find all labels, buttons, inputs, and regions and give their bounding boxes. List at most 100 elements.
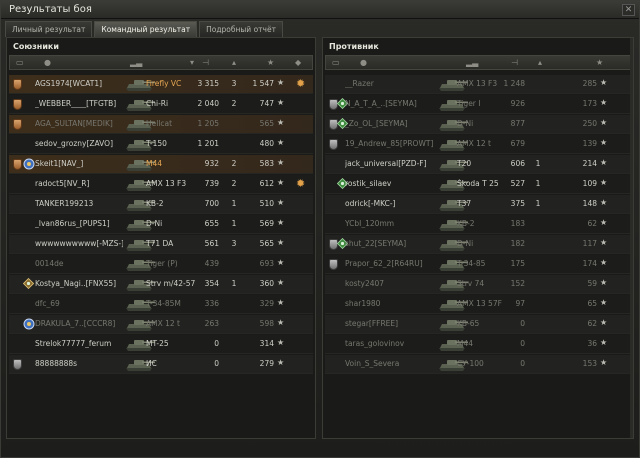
player-name[interactable]: radoct5[NV_R] (35, 179, 123, 188)
player-name[interactable]: sedov_grozny[ZAVO] (35, 139, 123, 148)
player-name[interactable]: _Ivan86rus_[PUPS1] (35, 219, 123, 228)
player-name[interactable]: jack_universal[PZD-F] (345, 159, 445, 168)
damage-value: 354 (204, 279, 219, 288)
table-row[interactable]: _Ivan86rus_[PUPS1] D-Ni 655 1 569 ★ (9, 215, 313, 234)
table-row[interactable]: Prapor_62_2[R64RU] T-34-85 175 174 ★ (325, 255, 631, 274)
player-name[interactable]: 0014de (35, 259, 123, 268)
player-name[interactable]: Voin_S_Severa (345, 359, 445, 368)
table-row[interactable]: shut_22[SEYMA] D-Ni 182 117 ★ (325, 235, 631, 254)
damage-header-icon[interactable]: ⊣ (511, 58, 518, 67)
allies-header: ▭ ● ▂▃ ▾ ⊣ ▴ ★ ◆ (9, 55, 313, 70)
xp-value: 693 (259, 259, 274, 268)
xp-star-icon: ★ (600, 178, 608, 187)
player-name[interactable]: Skeit1[NAV_] (35, 159, 123, 168)
xp-value: 598 (259, 319, 274, 328)
player-name[interactable]: 19_Andrew_85[PROWT] (345, 139, 445, 148)
player-name[interactable]: dfc_69 (35, 299, 123, 308)
table-row[interactable]: taras_golovinov M44 0 36 ★ (325, 335, 631, 354)
player-name[interactable]: stegar[FFREE] (345, 319, 445, 328)
table-row[interactable]: Skeit1[NAV_] M44 932 2 583 ★ (9, 155, 313, 174)
xp-star-icon: ★ (277, 198, 285, 207)
tab-team[interactable]: Командный результат (94, 21, 198, 37)
tank-header-icon[interactable]: ▂▃ (130, 58, 142, 67)
player-name[interactable]: __Razer (345, 79, 445, 88)
table-row[interactable]: Kostya_Nagi..[FNX55] Strv m/42-57 354 1 360 ★ (9, 275, 313, 294)
player-name[interactable]: 88888888s (35, 359, 123, 368)
table-row[interactable]: __Razer AMX 13 F3 1 248 285 ★ (325, 75, 631, 94)
table-row[interactable]: kosty2407 Strv 74 152 59 ★ (325, 275, 631, 294)
table-row[interactable]: 88888888s ИС 0 279 ★ (9, 355, 313, 374)
player-name[interactable]: shar1980 (345, 299, 445, 308)
damage-value: 0 (520, 359, 525, 368)
xp-header-icon[interactable]: ★ (596, 58, 603, 67)
kills-header-icon[interactable]: ▴ (232, 58, 236, 67)
table-row[interactable]: sedov_grozny[ZAVO] T-150 1 201 480 ★ (9, 135, 313, 154)
player-name[interactable]: N_A_T_A_..[SEYMA] (345, 99, 445, 108)
table-row[interactable]: DRAKULA_7..[CCCR8] AMX 12 t 263 598 ★ (9, 315, 313, 334)
player-name[interactable]: TANKER199213 (35, 199, 123, 208)
damage-value: 0 (520, 339, 525, 348)
kills-header-icon[interactable]: ▴ (538, 58, 542, 67)
xp-value: 148 (582, 199, 597, 208)
player-name[interactable]: DRAKULA_7..[CCCR8] (35, 319, 123, 328)
player-name[interactable]: AGA_SULTAN[MEDIK] (35, 119, 123, 128)
player-name[interactable]: _WEBBER____[TFGTB] (35, 99, 123, 108)
rank-badge-icon (329, 259, 338, 270)
table-row[interactable]: _Zo_OL_[SEYMA] D-Ni 877 250 ★ (325, 115, 631, 134)
table-row[interactable]: radoct5[NV_R] AMX 13 F3 739 2 612 ★ ✹ (9, 175, 313, 194)
player-name[interactable]: _Zo_OL_[SEYMA] (345, 119, 445, 128)
squad-header-icon[interactable]: ▭ (332, 58, 340, 67)
table-row[interactable]: 19_Andrew_85[PROWT] AMX 12 t 679 139 ★ (325, 135, 631, 154)
table-row[interactable]: AGS1974[WCAT1] Firefly VC 3 315 3 1 547 ★ ✹ (9, 75, 313, 94)
xp-value: 279 (259, 359, 274, 368)
table-row[interactable]: N_A_T_A_..[SEYMA] Tiger I 926 173 ★ (325, 95, 631, 114)
rank-badge-icon (13, 159, 22, 170)
tab-personal[interactable]: Личный результат (5, 21, 93, 37)
table-row[interactable]: AGA_SULTAN[MEDIK] Hellcat 1 205 565 ★ (9, 115, 313, 134)
tab-details[interactable]: Подробный отчёт (199, 21, 283, 37)
sort-arrow-icon[interactable]: ▾ (190, 58, 194, 67)
player-name[interactable]: AGS1974[WCAT1] (35, 79, 123, 88)
table-row[interactable]: 0014de Tiger (P) 439 693 ★ (9, 255, 313, 274)
table-row[interactable]: odrick[-MKC-] T37 375 1 148 ★ (325, 195, 631, 214)
player-name[interactable]: Strelok77777_ferum (35, 339, 123, 348)
table-row[interactable]: stegar[FFREE] KB-65 0 62 ★ (325, 315, 631, 334)
medal-header-icon[interactable]: ◆ (295, 58, 301, 67)
squad-header-icon[interactable]: ▭ (16, 58, 24, 67)
table-row[interactable]: TANKER199213 KB-2 700 1 510 ★ (9, 195, 313, 214)
xp-value: 1 547 (252, 79, 274, 88)
table-row[interactable]: jack_universal[PZD-F] T20 606 1 214 ★ (325, 155, 631, 174)
table-row[interactable]: _WEBBER____[TFGTB] Chi-Ri 2 040 2 747 ★ (9, 95, 313, 114)
xp-star-icon: ★ (600, 98, 608, 107)
damage-value: 655 (204, 219, 219, 228)
tank-header-icon[interactable]: ▂▃ (466, 58, 478, 67)
damage-header-icon[interactable]: ⊣ (202, 58, 209, 67)
table-row[interactable]: wwwwwwwwww[-MZS-] T71 DA 561 3 565 ★ (9, 235, 313, 254)
table-row[interactable]: Voin_S_Severa СУ-100 0 153 ★ (325, 355, 631, 374)
table-row[interactable]: YCbI_120mm KB-2 183 62 ★ (325, 215, 631, 234)
player-name[interactable]: Kostya_Nagi..[FNX55] (35, 279, 123, 288)
xp-value: 173 (582, 99, 597, 108)
player-name[interactable]: taras_golovinov (345, 339, 445, 348)
xp-value: 62 (587, 219, 597, 228)
player-name[interactable]: rostik_silaev (345, 179, 445, 188)
player-name[interactable]: wwwwwwwwww[-MZS-] (35, 239, 123, 248)
player-name[interactable]: kosty2407 (345, 279, 445, 288)
rank-badge-icon (13, 79, 22, 90)
close-icon[interactable]: ✕ (622, 4, 635, 16)
player-header-icon[interactable]: ● (360, 58, 367, 67)
damage-value: 606 (510, 159, 525, 168)
table-row[interactable]: Strelok77777_ferum MT-25 0 314 ★ (9, 335, 313, 354)
player-name[interactable]: shut_22[SEYMA] (345, 239, 445, 248)
player-name[interactable]: YCbI_120mm (345, 219, 445, 228)
xp-header-icon[interactable]: ★ (267, 58, 274, 67)
table-row[interactable]: rostik_silaev Škoda T 25 527 1 109 ★ (325, 175, 631, 194)
player-name[interactable]: odrick[-MKC-] (345, 199, 445, 208)
player-name[interactable]: Prapor_62_2[R64RU] (345, 259, 445, 268)
kills-value: 2 (231, 179, 237, 188)
kills-value: 1 (231, 199, 237, 208)
scrollbar[interactable] (630, 38, 633, 438)
table-row[interactable]: shar1980 AMX 13 57F 97 65 ★ (325, 295, 631, 314)
player-header-icon[interactable]: ● (44, 58, 51, 67)
table-row[interactable]: dfc_69 T-34-85M 336 329 ★ (9, 295, 313, 314)
